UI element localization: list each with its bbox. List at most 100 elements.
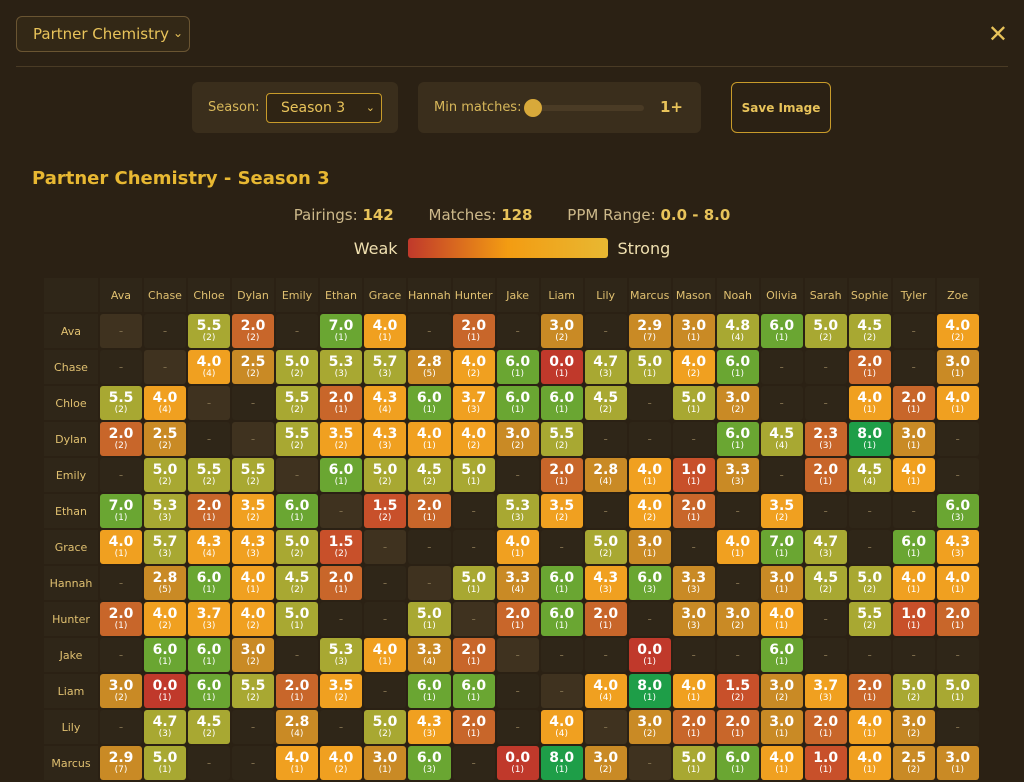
- heatmap-cell[interactable]: 4.3 (3): [584, 566, 627, 600]
- heatmap-cell[interactable]: 4.0 (1): [672, 674, 715, 708]
- heatmap-cell[interactable]: 4.8 (4): [716, 314, 759, 348]
- heatmap-cell[interactable]: 3.0 (1): [628, 530, 671, 564]
- heatmap-cell[interactable]: -: [232, 710, 274, 744]
- heatmap-cell[interactable]: 5.5 (2): [188, 314, 230, 348]
- heatmap-cell[interactable]: 3.0 (1): [760, 566, 803, 600]
- heatmap-cell[interactable]: 6.0 (1): [320, 458, 362, 492]
- heatmap-cell[interactable]: 5.5 (2): [276, 386, 318, 420]
- heatmap-cell[interactable]: -: [628, 422, 671, 456]
- heatmap-cell[interactable]: 3.0 (1): [936, 746, 979, 780]
- heatmap-cell[interactable]: 2.0 (1): [584, 602, 627, 636]
- heatmap-cell[interactable]: 6.0 (1): [452, 674, 495, 708]
- heatmap-cell[interactable]: -: [936, 458, 979, 492]
- heatmap-cell[interactable]: 3.3 (4): [408, 638, 451, 672]
- heatmap-cell[interactable]: 4.0 (1): [936, 566, 979, 600]
- heatmap-cell[interactable]: 6.0 (1): [760, 638, 803, 672]
- heatmap-cell[interactable]: -: [100, 350, 142, 384]
- heatmap-cell[interactable]: 4.3 (3): [232, 530, 274, 564]
- heatmap-cell[interactable]: -: [364, 566, 406, 600]
- heatmap-cell[interactable]: 3.0 (1): [364, 746, 406, 780]
- heatmap-cell[interactable]: 4.0 (1): [232, 566, 274, 600]
- heatmap-cell[interactable]: 5.0 (1): [452, 458, 495, 492]
- heatmap-cell[interactable]: 5.5 (2): [848, 602, 891, 636]
- heatmap-cell[interactable]: 4.0 (1): [716, 530, 759, 564]
- heatmap-cell[interactable]: 0.0 (1): [628, 638, 671, 672]
- heatmap-cell[interactable]: -: [496, 674, 539, 708]
- heatmap-cell[interactable]: 2.0 (1): [100, 602, 142, 636]
- heatmap-cell[interactable]: 6.0 (1): [496, 386, 539, 420]
- heatmap-cell[interactable]: -: [276, 458, 318, 492]
- heatmap-cell[interactable]: -: [672, 530, 715, 564]
- heatmap-cell[interactable]: 5.0 (1): [628, 350, 671, 384]
- heatmap-cell[interactable]: 5.7 (3): [364, 350, 406, 384]
- heatmap-cell[interactable]: 5.5 (2): [188, 458, 230, 492]
- heatmap-cell[interactable]: -: [628, 602, 671, 636]
- heatmap-cell[interactable]: 3.0 (2): [628, 710, 671, 744]
- heatmap-cell[interactable]: -: [232, 386, 274, 420]
- heatmap-cell[interactable]: 3.0 (2): [100, 674, 142, 708]
- heatmap-cell[interactable]: 3.0 (3): [672, 602, 715, 636]
- heatmap-cell[interactable]: 4.0 (4): [540, 710, 583, 744]
- heatmap-cell[interactable]: 5.3 (3): [320, 638, 362, 672]
- heatmap-cell[interactable]: 3.5 (2): [760, 494, 803, 528]
- heatmap-cell[interactable]: -: [452, 602, 495, 636]
- heatmap-cell[interactable]: 2.0 (1): [320, 566, 362, 600]
- heatmap-cell[interactable]: 3.5 (2): [320, 674, 362, 708]
- heatmap-cell[interactable]: 3.0 (2): [716, 386, 759, 420]
- heatmap-cell[interactable]: -: [584, 710, 627, 744]
- heatmap-cell[interactable]: -: [584, 314, 627, 348]
- save-image-button[interactable]: Save Image: [731, 82, 831, 133]
- heatmap-cell[interactable]: -: [452, 494, 495, 528]
- heatmap-cell[interactable]: -: [848, 494, 891, 528]
- heatmap-cell[interactable]: 4.0 (1): [408, 422, 451, 456]
- heatmap-cell[interactable]: -: [892, 314, 935, 348]
- heatmap-cell[interactable]: 5.7 (3): [144, 530, 186, 564]
- heatmap-cell[interactable]: 5.0 (1): [672, 386, 715, 420]
- heatmap-cell[interactable]: 5.0 (1): [144, 746, 186, 780]
- heatmap-cell[interactable]: -: [540, 638, 583, 672]
- heatmap-cell[interactable]: -: [364, 602, 406, 636]
- heatmap-cell[interactable]: 4.7 (3): [144, 710, 186, 744]
- heatmap-cell[interactable]: -: [584, 638, 627, 672]
- heatmap-cell[interactable]: 3.7 (3): [452, 386, 495, 420]
- heatmap-cell[interactable]: 3.7 (3): [804, 674, 847, 708]
- heatmap-cell[interactable]: -: [672, 638, 715, 672]
- heatmap-cell[interactable]: 2.0 (1): [452, 314, 495, 348]
- heatmap-cell[interactable]: -: [716, 494, 759, 528]
- heatmap-cell[interactable]: -: [364, 674, 406, 708]
- heatmap-cell[interactable]: 4.0 (1): [892, 566, 935, 600]
- heatmap-cell[interactable]: 4.0 (1): [276, 746, 318, 780]
- heatmap-cell[interactable]: -: [144, 350, 186, 384]
- heatmap-cell[interactable]: 4.0 (4): [188, 350, 230, 384]
- heatmap-cell[interactable]: -: [188, 422, 230, 456]
- heatmap-cell[interactable]: -: [320, 494, 362, 528]
- heatmap-cell[interactable]: 4.0 (2): [320, 746, 362, 780]
- heatmap-cell[interactable]: 3.0 (2): [892, 710, 935, 744]
- heatmap-cell[interactable]: 5.0 (2): [364, 710, 406, 744]
- heatmap-cell[interactable]: 4.5 (2): [188, 710, 230, 744]
- heatmap-cell[interactable]: 1.0 (1): [672, 458, 715, 492]
- heatmap-cell[interactable]: -: [540, 530, 583, 564]
- heatmap-cell[interactable]: -: [848, 638, 891, 672]
- heatmap-cell[interactable]: 6.0 (1): [144, 638, 186, 672]
- heatmap-cell[interactable]: 2.8 (4): [584, 458, 627, 492]
- heatmap-cell[interactable]: -: [804, 386, 847, 420]
- min-matches-slider-thumb[interactable]: [524, 99, 542, 117]
- heatmap-cell[interactable]: 4.0 (2): [452, 350, 495, 384]
- heatmap-cell[interactable]: 4.5 (2): [848, 314, 891, 348]
- heatmap-cell[interactable]: 2.0 (1): [672, 710, 715, 744]
- heatmap-cell[interactable]: 0.0 (1): [144, 674, 186, 708]
- heatmap-cell[interactable]: -: [452, 746, 495, 780]
- heatmap-cell[interactable]: 3.0 (1): [936, 350, 979, 384]
- heatmap-cell[interactable]: 3.0 (2): [716, 602, 759, 636]
- heatmap-cell[interactable]: 4.0 (2): [144, 602, 186, 636]
- heatmap-cell[interactable]: 3.0 (2): [540, 314, 583, 348]
- heatmap-cell[interactable]: 6.0 (1): [540, 602, 583, 636]
- heatmap-cell[interactable]: 6.0 (1): [540, 566, 583, 600]
- heatmap-cell[interactable]: 3.3 (4): [496, 566, 539, 600]
- heatmap-cell[interactable]: -: [232, 422, 274, 456]
- heatmap-cell[interactable]: 2.0 (1): [848, 674, 891, 708]
- heatmap-cell[interactable]: -: [100, 458, 142, 492]
- heatmap-cell[interactable]: 6.0 (1): [188, 674, 230, 708]
- heatmap-cell[interactable]: -: [100, 638, 142, 672]
